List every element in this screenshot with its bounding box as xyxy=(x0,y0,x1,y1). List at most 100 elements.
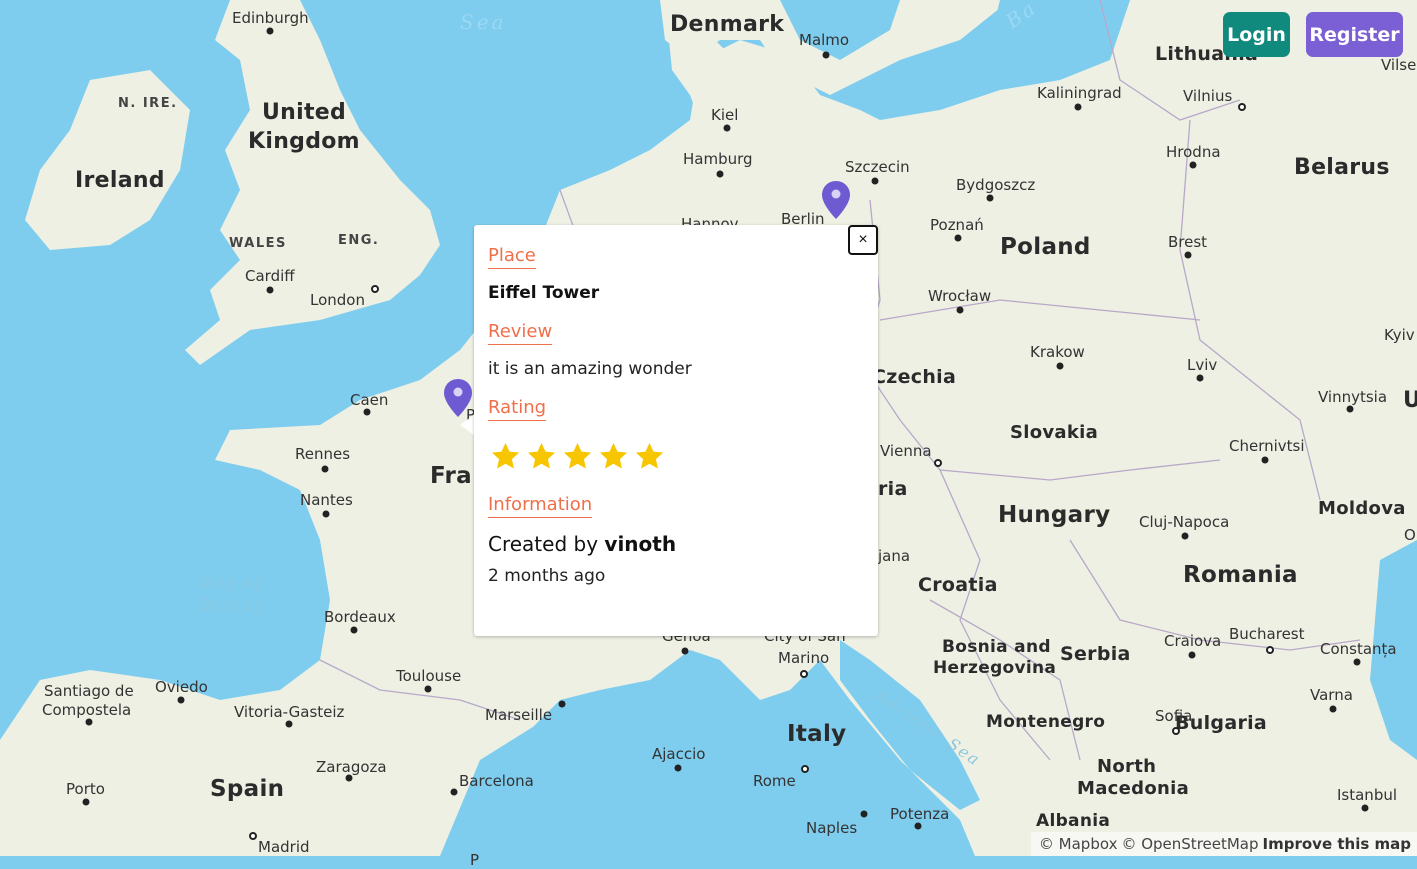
city-label: Brest xyxy=(1168,233,1208,251)
city-dot xyxy=(1188,651,1196,659)
city-label: Caen xyxy=(350,391,389,409)
country-label: Albania xyxy=(1036,811,1111,831)
capital-dot xyxy=(371,285,379,293)
city-dot xyxy=(914,822,922,830)
city-dot xyxy=(674,764,682,772)
city-dot xyxy=(350,626,358,634)
city-dot xyxy=(860,810,868,818)
city-label: Kyiv xyxy=(1384,326,1415,344)
city-label: Hamburg xyxy=(683,150,753,168)
city-label: Craiova xyxy=(1164,632,1222,650)
close-icon[interactable]: × xyxy=(848,225,878,255)
city-label: Rennes xyxy=(295,445,351,463)
city-label: Madrid xyxy=(258,838,310,856)
place-label: Place xyxy=(488,245,536,269)
rating-label: Rating xyxy=(488,397,547,421)
city-dot xyxy=(558,700,566,708)
register-button[interactable]: Register xyxy=(1306,12,1403,57)
city-label: Vitoria-Gasteiz xyxy=(234,703,345,721)
city-label: Nantes xyxy=(300,491,353,509)
country-label: North xyxy=(1097,756,1157,777)
city-dot xyxy=(716,170,724,178)
city-dot xyxy=(1346,405,1354,413)
country-label: U xyxy=(1403,388,1417,413)
city-dot xyxy=(450,788,458,796)
improve-map-link[interactable]: Improve this map xyxy=(1263,835,1411,853)
city-dot xyxy=(266,27,274,35)
city-dot xyxy=(1189,161,1197,169)
capital-dot xyxy=(1266,646,1274,654)
city-dot xyxy=(1184,251,1192,259)
country-label: Montenegro xyxy=(986,712,1106,732)
country-label: Moldova xyxy=(1318,498,1406,519)
sea-label: Bay of xyxy=(200,572,263,591)
city-label: Vinnytsia xyxy=(1318,388,1388,406)
place-popup: × Place Eiffel Tower Review it is an ama… xyxy=(474,225,878,636)
city-label: Chernivtsi xyxy=(1229,437,1305,455)
country-label: Czechia xyxy=(872,366,957,388)
city-dot xyxy=(1361,804,1369,812)
review-label: Review xyxy=(488,321,553,345)
region-label: N. IRE. xyxy=(118,96,178,111)
city-label: Sofia xyxy=(1155,707,1193,725)
city-label: P xyxy=(470,851,480,869)
city-label: Naples xyxy=(806,819,858,837)
city-label: Poznań xyxy=(930,216,984,234)
country-label: Macedonia xyxy=(1077,778,1190,799)
city-label: Lviv xyxy=(1187,356,1218,374)
capital-dot xyxy=(249,832,257,840)
city-label: Cardiff xyxy=(245,267,295,285)
osm-attribution-link[interactable]: © OpenStreetMap xyxy=(1121,835,1258,853)
created-prefix: Created by xyxy=(488,532,599,556)
city-label: Varna xyxy=(1310,686,1353,704)
country-label: Denmark xyxy=(670,12,785,37)
location-pin-icon[interactable] xyxy=(821,180,851,220)
city-dot xyxy=(1074,103,1082,111)
city-dot xyxy=(345,774,353,782)
capital-dot xyxy=(1238,103,1246,111)
city-label: Oviedo xyxy=(155,678,208,696)
city-label: Edinburgh xyxy=(232,9,309,27)
capital-dot xyxy=(1172,727,1180,735)
rating-stars xyxy=(490,441,864,472)
country-label: Spain xyxy=(210,776,285,802)
city-dot xyxy=(1181,532,1189,540)
city-dot xyxy=(285,720,293,728)
city-dot xyxy=(85,718,93,726)
region-label: WALES xyxy=(229,236,287,251)
country-label: Italy xyxy=(787,721,847,747)
city-label: Vilse xyxy=(1381,56,1417,74)
city-dot xyxy=(424,685,432,693)
country-label: Croatia xyxy=(918,574,998,596)
city-label: Wrocław xyxy=(928,287,992,305)
city-label: Bydgoszcz xyxy=(956,176,1036,194)
country-label: United xyxy=(262,100,347,125)
city-label: Constanța xyxy=(1320,640,1397,658)
city-dot xyxy=(1261,456,1269,464)
city-label: Marseille xyxy=(485,706,553,724)
city-label: Rome xyxy=(753,772,796,790)
capital-dot xyxy=(800,670,808,678)
city-dot xyxy=(871,177,879,185)
capital-dot xyxy=(801,765,809,773)
city-label: Bucharest xyxy=(1229,625,1305,643)
city-label: Compostela xyxy=(42,701,132,719)
sea-label: Sea xyxy=(460,10,507,34)
city-dot xyxy=(82,798,90,806)
city-label: Malmo xyxy=(799,31,850,49)
login-button[interactable]: Login xyxy=(1223,12,1290,57)
created-by: Created by vinoth xyxy=(488,532,864,556)
city-label: jana xyxy=(878,547,911,565)
city-dot xyxy=(822,51,830,59)
location-pin-icon[interactable] xyxy=(443,378,473,418)
city-label: Barcelona xyxy=(459,772,534,790)
country-label: Serbia xyxy=(1060,643,1131,665)
city-dot xyxy=(322,510,330,518)
city-label: Potenza xyxy=(890,805,950,823)
country-label: Slovakia xyxy=(1010,422,1099,443)
city-dot xyxy=(1056,362,1064,370)
mapbox-attribution-link[interactable]: © Mapbox xyxy=(1039,835,1118,853)
star-icon xyxy=(563,442,592,469)
city-dot xyxy=(1196,374,1204,382)
city-dot xyxy=(1353,658,1361,666)
